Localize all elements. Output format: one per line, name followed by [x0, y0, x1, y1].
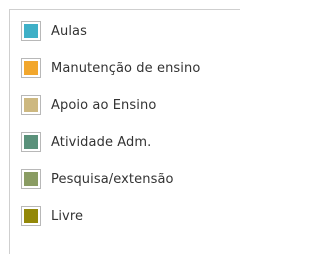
legend-label: Pesquisa/extensão [51, 171, 174, 187]
legend-label: Livre [51, 208, 84, 224]
legend-swatch [21, 169, 41, 189]
legend-swatch [21, 132, 41, 152]
legend-swatch-fill [24, 135, 38, 149]
legend-swatch [21, 95, 41, 115]
legend-swatch-fill [24, 61, 38, 75]
chart-legend: Aulas Manutenção de ensino Apoio ao Ensi… [9, 9, 240, 254]
legend-label: Aulas [51, 23, 87, 39]
legend-swatch-fill [24, 24, 38, 38]
legend-item[interactable]: Aulas [21, 20, 87, 42]
legend-swatch-fill [24, 98, 38, 112]
legend-item[interactable]: Manutenção de ensino [21, 57, 200, 79]
legend-swatch [21, 58, 41, 78]
legend-item[interactable]: Atividade Adm. [21, 131, 151, 153]
legend-label: Manutenção de ensino [51, 60, 201, 76]
legend-swatch-fill [24, 172, 38, 186]
legend-swatch-fill [24, 209, 38, 223]
legend-label: Apoio ao Ensino [51, 97, 157, 113]
legend-item[interactable]: Apoio ao Ensino [21, 94, 156, 116]
legend-label: Atividade Adm. [51, 134, 152, 150]
legend-item[interactable]: Livre [21, 205, 83, 227]
legend-swatch [21, 206, 41, 226]
legend-item[interactable]: Pesquisa/extensão [21, 168, 174, 190]
legend-swatch [21, 21, 41, 41]
